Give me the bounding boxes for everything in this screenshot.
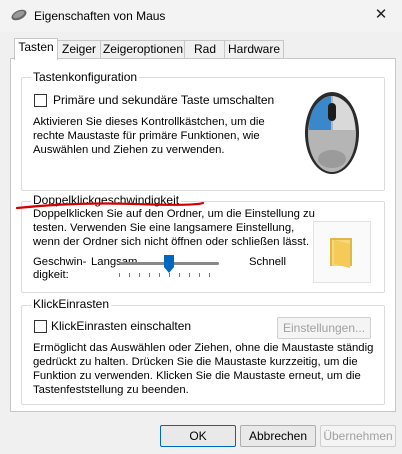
speed-label-2: digkeit: (33, 269, 69, 281)
slider-thumb[interactable] (164, 255, 174, 273)
double-click-desc-line: wenn der Ordner sich nicht öffnen oder s… (33, 236, 310, 248)
mouse-illustration (305, 92, 359, 174)
button-config-desc-line: Auswählen und Ziehen zu verwenden. (33, 144, 225, 156)
close-icon[interactable]: ✕ (368, 4, 394, 26)
tab-tasten[interactable]: Tasten (14, 38, 58, 60)
tab-label: Tasten (18, 40, 54, 54)
tab-panel-tasten: Tastenkonfiguration Primäre und sekundär… (10, 58, 396, 412)
folder-icon[interactable] (326, 234, 358, 268)
tab-label: Zeiger (61, 42, 96, 56)
test-folder-box[interactable] (313, 221, 371, 283)
tab-label: Hardware (227, 42, 281, 56)
swap-buttons-label[interactable]: Primäre und sekundäre Taste umschalten (53, 93, 274, 107)
cancel-button[interactable]: Abbrechen (240, 425, 316, 447)
button-config-desc-line: Aktivieren Sie dieses Kontrollkästchen, … (33, 116, 265, 128)
tab-label: Rad (193, 42, 216, 56)
ok-button[interactable]: OK (160, 425, 236, 447)
speed-fast-label: Schnell (249, 256, 287, 268)
mouse-app-icon (11, 9, 27, 21)
clicklock-legend: KlickEinrasten (31, 297, 112, 311)
tab-label: Zeigeroptionen (102, 42, 184, 56)
title-bar: Eigenschaften von Maus ✕ (0, 0, 402, 32)
tab-zeiger[interactable]: Zeiger (56, 40, 102, 59)
clicklock-checkbox[interactable] (34, 320, 47, 333)
clicklock-desc-line: Tastenfeststellung zu beenden. (33, 384, 189, 396)
double-click-desc-line: Doppelklicken Sie auf den Ordner, um die… (33, 208, 315, 220)
tab-rad[interactable]: Rad (184, 40, 226, 59)
clicklock-desc-line: Funktion zu verwenden. Klicken Sie die M… (33, 370, 361, 382)
clicklock-desc-line: Ermöglicht das Auswählen oder Ziehen, oh… (33, 342, 374, 354)
button-config-desc-line: rechte Maustaste für primäre Funktionen,… (33, 130, 260, 142)
clicklock-settings-button[interactable]: Einstellungen... (277, 317, 371, 339)
clicklock-desc-line: gedrückt zu halten. Drücken Sie die Maus… (33, 356, 358, 368)
speed-slider[interactable] (119, 255, 219, 285)
apply-button[interactable]: Übernehmen (320, 425, 396, 447)
window-title: Eigenschaften von Maus (34, 9, 166, 23)
clicklock-checkbox-label[interactable]: KlickEinrasten einschalten (51, 319, 191, 333)
swap-buttons-checkbox[interactable] (34, 94, 47, 107)
slider-ticks (119, 273, 219, 277)
tab-zeigeroptionen[interactable]: Zeigeroptionen (100, 40, 186, 59)
button-config-legend: Tastenkonfiguration (31, 70, 140, 84)
tab-hardware[interactable]: Hardware (224, 40, 284, 59)
double-click-desc-line: testen. Verwenden Sie eine langsamere Ei… (33, 222, 295, 234)
speed-label: Geschwin- (33, 256, 87, 268)
